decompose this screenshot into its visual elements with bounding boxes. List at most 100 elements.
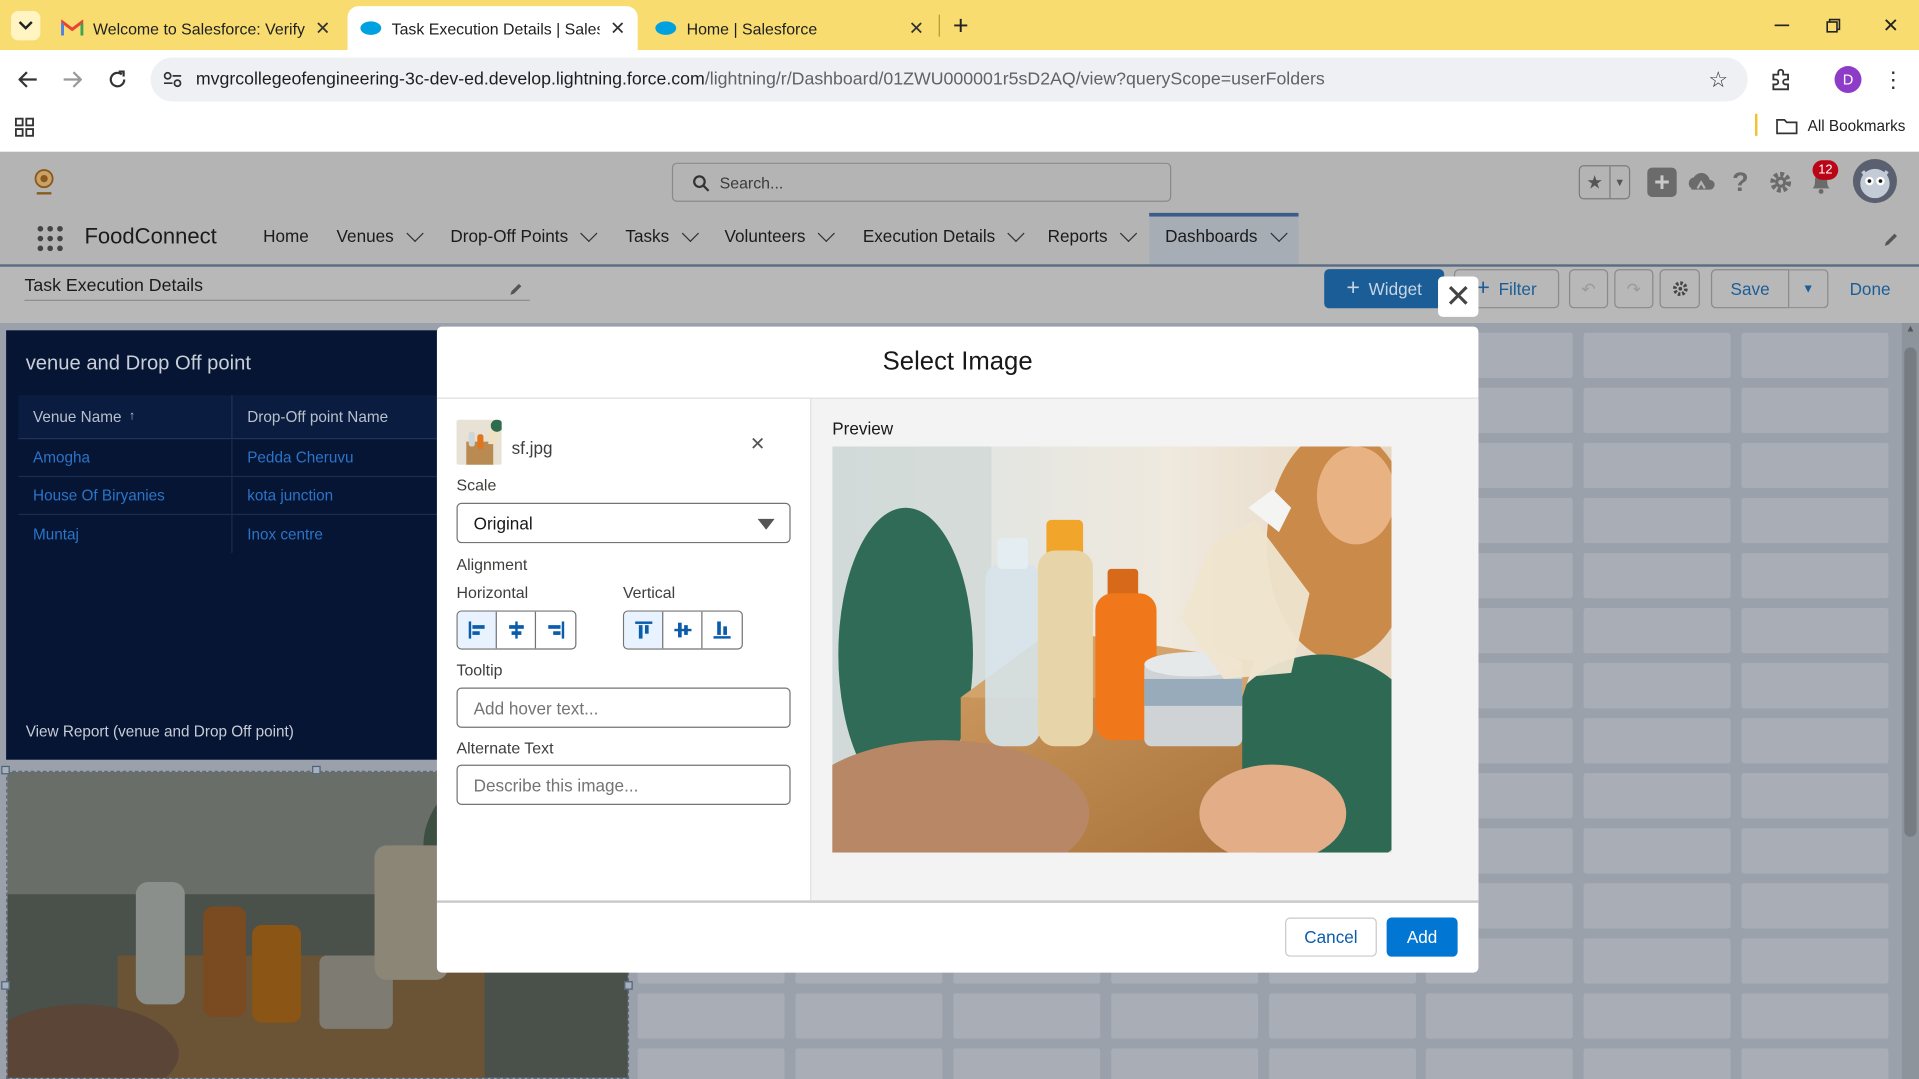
all-bookmarks-button[interactable]: All Bookmarks	[1776, 114, 1905, 138]
scale-select[interactable]: Original	[456, 502, 791, 544]
tooltip-input[interactable]: Add hover text...	[456, 687, 791, 728]
nav-volunteers[interactable]: Volunteers	[724, 224, 836, 246]
empty-grid-cell	[1741, 718, 1889, 764]
drop-off-link[interactable]: Inox centre	[233, 525, 323, 542]
add-button[interactable]: Add	[1386, 917, 1458, 957]
nav-tasks[interactable]: Tasks	[625, 224, 699, 246]
remove-file-icon[interactable]: ✕	[745, 432, 769, 456]
alt-text-input[interactable]: Describe this image...	[456, 764, 791, 805]
user-avatar[interactable]	[1852, 159, 1897, 204]
redo-icon[interactable]: ↷	[1614, 269, 1654, 309]
empty-grid-cell	[1741, 497, 1889, 544]
view-report-link[interactable]: View Report (venue and Drop Off point)	[26, 723, 294, 740]
align-right-icon[interactable]	[536, 612, 575, 649]
resize-handle[interactable]	[1, 765, 10, 775]
empty-grid-cell	[1741, 938, 1889, 984]
browser-tab-home[interactable]: Home | Salesforce ✕	[643, 6, 937, 50]
vertical-label: Vertical	[622, 583, 676, 602]
tab-divider	[938, 14, 940, 37]
forward-icon[interactable]	[56, 64, 88, 96]
column-header[interactable]: Venue Name ↑	[18, 394, 233, 439]
browser-tab-task-execution[interactable]: Task Execution Details | Salesfor ✕	[347, 6, 638, 51]
browser-tab-gmail[interactable]: Welcome to Salesforce: Verify y ✕	[49, 6, 343, 50]
empty-grid-cell	[1741, 442, 1889, 489]
venue-link[interactable]: Muntaj	[18, 515, 233, 553]
chevron-down-icon	[757, 518, 775, 530]
drop-off-link[interactable]: kota junction	[233, 487, 333, 504]
column-header[interactable]: Drop-Off point Name	[233, 408, 388, 425]
global-actions-add-icon[interactable]: +	[1647, 166, 1677, 197]
restore-icon[interactable]	[1817, 10, 1849, 42]
align-bottom-icon[interactable]	[702, 612, 741, 649]
nav-drop-off-points[interactable]: Drop-Off Points	[450, 224, 598, 246]
reload-icon[interactable]	[102, 64, 134, 96]
widget-title: venue and Drop Off point	[25, 352, 251, 375]
undo-icon[interactable]: ↶	[1568, 269, 1609, 309]
align-middle-icon[interactable]	[663, 611, 703, 649]
file-name: sf.jpg	[511, 437, 553, 458]
nav-venues[interactable]: Venues	[337, 224, 424, 246]
new-tab-icon[interactable]: +	[945, 10, 977, 42]
pencil-icon[interactable]	[507, 279, 527, 299]
extensions-icon[interactable]	[1766, 65, 1795, 94]
close-window-icon[interactable]: ✕	[1875, 10, 1907, 42]
empty-grid-cell	[1741, 387, 1889, 434]
done-button[interactable]: Done	[1841, 269, 1900, 308]
resize-handle[interactable]	[312, 765, 321, 775]
favorites-button[interactable]: ★ ▼	[1578, 165, 1631, 200]
empty-grid-cell	[1583, 938, 1731, 984]
canvas-scrollbar[interactable]: ▲	[1901, 322, 1919, 1079]
close-modal-icon[interactable]: ✕	[1438, 276, 1479, 317]
app-launcher-icon[interactable]	[35, 224, 64, 253]
dashboard-title-input[interactable]: Task Execution Details	[24, 276, 530, 301]
close-tab-icon[interactable]: ✕	[610, 17, 625, 39]
close-tab-icon[interactable]: ✕	[315, 17, 330, 39]
cancel-button[interactable]: Cancel	[1285, 917, 1377, 957]
empty-grid-cell	[1111, 993, 1259, 1039]
nav-reports[interactable]: Reports	[1048, 224, 1138, 246]
address-bar[interactable]: mvgrcollegeofengineering-3c-dev-ed.devel…	[150, 57, 1748, 102]
browser-menu-icon[interactable]: ⋮	[1880, 65, 1907, 94]
back-icon[interactable]	[12, 64, 44, 96]
dashboard-properties-gear-icon[interactable]	[1659, 269, 1700, 309]
save-button[interactable]: Save	[1710, 269, 1790, 309]
edit-nav-pencil-icon[interactable]	[1879, 228, 1903, 252]
profile-avatar[interactable]: D	[1834, 66, 1862, 93]
horizontal-alignment-group	[456, 610, 577, 650]
nav-execution-details[interactable]: Execution Details	[863, 224, 1025, 246]
setup-gear-icon[interactable]	[1766, 168, 1795, 197]
save-menu-chevron-icon[interactable]: ▼	[1789, 269, 1829, 309]
folder-icon	[1776, 119, 1798, 135]
site-settings-icon[interactable]	[160, 67, 184, 91]
nav-label: Volunteers	[724, 226, 806, 246]
align-left-icon[interactable]	[457, 611, 497, 649]
tab-title: Welcome to Salesforce: Verify y	[93, 18, 306, 38]
align-center-icon[interactable]	[497, 611, 537, 649]
trailhead-icon[interactable]	[1685, 166, 1717, 198]
favorites-star-icon: ★	[1586, 172, 1603, 194]
close-tab-icon[interactable]: ✕	[909, 17, 924, 39]
favorites-chevron-icon: ▼	[1609, 166, 1629, 199]
add-widget-button[interactable]: + Widget	[1324, 269, 1445, 309]
tab-search-chevron-icon[interactable]	[11, 11, 41, 41]
resize-handle[interactable]	[624, 981, 633, 990]
venue-link[interactable]: House Of Biryanies	[18, 476, 233, 515]
widget-label: Widget	[1368, 278, 1422, 299]
global-search-input[interactable]: Search...	[671, 162, 1172, 202]
venue-link[interactable]: Amogha	[18, 438, 233, 477]
nav-dashboards[interactable]: Dashboards	[1165, 224, 1288, 246]
drop-off-link[interactable]: Pedda Cheruvu	[233, 449, 353, 466]
scrollbar-thumb[interactable]	[1904, 347, 1917, 837]
nav-home[interactable]: Home	[263, 226, 309, 246]
scroll-up-arrow-icon[interactable]: ▲	[1904, 323, 1916, 343]
help-icon[interactable]: ?	[1727, 166, 1754, 197]
org-logo-icon[interactable]	[29, 166, 58, 198]
align-top-icon[interactable]	[624, 611, 664, 649]
empty-grid-cell	[1583, 663, 1731, 709]
minimize-icon[interactable]	[1766, 10, 1798, 42]
apps-grid-icon[interactable]	[11, 114, 38, 141]
resize-handle[interactable]	[1, 981, 10, 990]
select-image-modal: Select Image sf.jpg ✕ Scale Original Ali…	[436, 326, 1479, 973]
empty-grid-cell	[953, 1048, 1101, 1079]
bookmark-star-icon[interactable]: ☆	[1704, 65, 1733, 94]
